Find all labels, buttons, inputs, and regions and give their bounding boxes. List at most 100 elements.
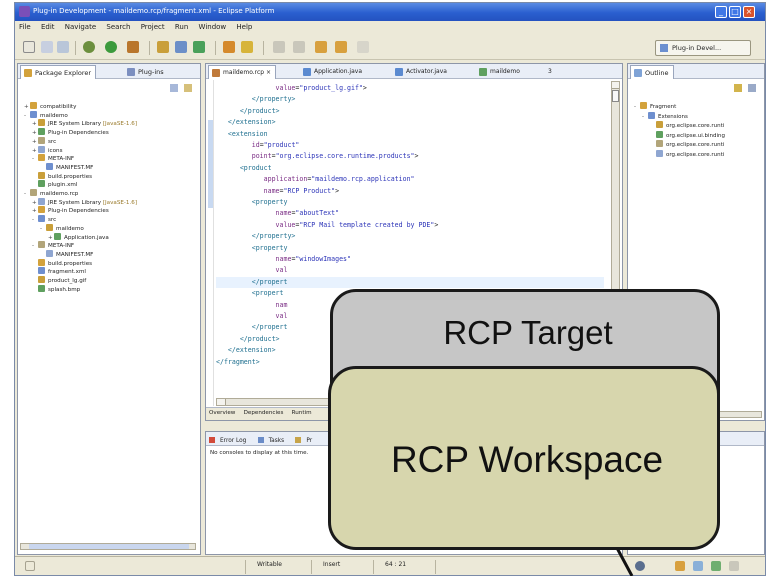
title-bar[interactable]: Plug-in Development - maildemo.rcp/fragm… (15, 3, 765, 21)
menu-run[interactable]: Run (171, 21, 192, 31)
left_panel-tree-item[interactable]: plugin.xml (32, 180, 77, 189)
left_panel-tree-item[interactable]: + Plug-in Dependencies (32, 206, 109, 215)
tab-activator-java[interactable]: Activator.java (392, 65, 451, 79)
print-icon[interactable] (57, 41, 69, 53)
open-type-icon[interactable] (223, 41, 235, 53)
sync-icon[interactable] (711, 561, 721, 571)
left_panel-tree-item[interactable]: fragment.xml (32, 267, 86, 276)
left_panel-tree-item[interactable]: + Plug-in Dependencies (32, 128, 109, 137)
java-file-icon (303, 68, 311, 76)
left_panel-tree-item[interactable]: + compatibility (24, 102, 76, 111)
search-icon[interactable] (241, 41, 253, 53)
tab-maildemo[interactable]: maildemo (476, 65, 524, 79)
run-icon[interactable] (105, 41, 117, 53)
page-overview[interactable]: Overview (206, 408, 238, 416)
annotation-next-icon[interactable] (273, 41, 285, 53)
debug-icon[interactable] (83, 41, 95, 53)
left_panel-tree-item[interactable]: + src (32, 136, 56, 146)
annotation-prev-icon[interactable] (293, 41, 305, 53)
tree-node-icon (46, 223, 53, 231)
left_panel-tree-item[interactable]: MANIFEST.MF (40, 162, 93, 172)
fast-view-icon[interactable] (25, 561, 35, 571)
progress-icon[interactable] (635, 561, 645, 571)
left_panel-tree-item[interactable]: + icons (32, 145, 63, 155)
left_panel-tree-item[interactable]: + JRE System Library [JavaSE-1.6] (32, 119, 137, 128)
outline-tree-item[interactable]: org.eclipse.ui.binding (650, 130, 725, 140)
left_panel-tree-item[interactable]: splash.bmp (32, 284, 80, 294)
new-class-icon[interactable] (193, 41, 205, 53)
menu-edit[interactable]: Edit (37, 21, 59, 31)
external-tools-icon[interactable] (127, 41, 139, 53)
code-token: "product_lg.gif" (299, 84, 363, 92)
outline-menu-icon[interactable] (748, 84, 756, 92)
left_panel-tree-item[interactable]: - src (32, 215, 56, 224)
new-package-icon[interactable] (175, 41, 187, 53)
left_panel-tree-item[interactable]: - META-INF (32, 154, 74, 163)
collapse-all-icon[interactable] (170, 84, 178, 92)
save-icon[interactable] (41, 41, 53, 53)
tab-error-log[interactable]: Error Log (206, 432, 252, 444)
left_panel-tree-item[interactable]: product_lg.gif (32, 276, 86, 285)
left_panel-tree-item[interactable]: + Application.java (48, 232, 109, 242)
last-edit-icon[interactable] (357, 41, 369, 53)
menu-search[interactable]: Search (102, 21, 134, 31)
code-line: <propert (216, 288, 284, 299)
outline-horizontal-scrollbar[interactable] (630, 411, 762, 418)
link-with-editor-icon[interactable] (184, 84, 192, 92)
code-line: id="product" (216, 140, 300, 151)
left_panel-tree-item[interactable]: - maildemo.rcp (24, 189, 78, 198)
menu-window[interactable]: Window (195, 21, 231, 31)
left_panel-tree-item[interactable]: build.properties (32, 258, 92, 268)
left_panel-tree-item[interactable]: build.properties (32, 171, 92, 181)
tab-problems[interactable]: Pr (292, 432, 318, 444)
tab-overflow[interactable]: 3 (544, 65, 556, 79)
tab-outline[interactable]: Outline (630, 65, 674, 79)
outline-tree-item[interactable]: org.eclipse.core.runti (650, 140, 724, 149)
close-button[interactable]: × (743, 6, 755, 18)
menu-file[interactable]: File (15, 21, 35, 31)
outline-tree-item[interactable]: - Fragment (634, 102, 676, 111)
new-java-project-icon[interactable] (157, 41, 169, 53)
tab-plugins[interactable]: Plug-ins (124, 65, 168, 79)
new-icon[interactable] (23, 41, 35, 53)
forward-icon[interactable] (335, 41, 347, 53)
perspective-switcher[interactable]: Plug-in Devel... (655, 40, 751, 56)
tab-package-explorer[interactable]: Package Explorer (20, 65, 97, 79)
menu-help[interactable]: Help (232, 21, 256, 31)
update-icon[interactable] (693, 561, 703, 571)
left-view-tabs: Package Explorer Plug-ins (18, 64, 200, 79)
back-icon[interactable] (315, 41, 327, 53)
page-runtime[interactable]: Runtim (289, 408, 315, 416)
tab-tasks[interactable]: Tasks (255, 432, 291, 444)
outline-tree-item[interactable]: org.eclipse.core.runti (650, 121, 724, 130)
left_panel-tree-item[interactable]: - maildemo (40, 223, 84, 233)
left_panel-tree-item[interactable]: MANIFEST.MF (40, 249, 93, 259)
heap-icon[interactable] (729, 561, 739, 571)
left_panel-tree-item[interactable]: + JRE System Library [JavaSE-1.6] (32, 197, 137, 207)
notification-icon[interactable] (675, 561, 685, 571)
outline-tree-item[interactable]: org.eclipse.core.runti (650, 149, 724, 159)
left_panel-tree-item[interactable]: - META-INF (32, 241, 74, 250)
code-line: name="windowImages" (216, 254, 351, 265)
menu-project[interactable]: Project (137, 21, 169, 31)
minimize-button[interactable]: _ (715, 6, 727, 18)
outline-tree-item[interactable]: - Extensions (642, 111, 688, 121)
tab-maildemo-rcp[interactable]: maildemo.rcp × (208, 65, 277, 79)
left_panel-tree-item[interactable]: - maildemo (24, 110, 68, 120)
maximize-button[interactable]: □ (729, 6, 741, 18)
editor-horizontal-scrollbar[interactable] (216, 398, 610, 406)
tree-node-icon (46, 162, 53, 170)
eclipse-app-icon (19, 6, 30, 17)
tree-node-icon (38, 145, 45, 153)
left-horizontal-scrollbar[interactable] (20, 543, 196, 550)
sort-icon[interactable] (734, 84, 742, 92)
tab-application-java[interactable]: Application.java (300, 65, 366, 79)
menu-navigate[interactable]: Navigate (61, 21, 100, 31)
code-editor[interactable]: value="product_lg.gif"> </property> </pr… (216, 81, 604, 406)
page-dependencies[interactable]: Dependencies (241, 408, 287, 416)
code-token: point (251, 152, 272, 161)
editor-vertical-scrollbar[interactable] (611, 81, 620, 405)
